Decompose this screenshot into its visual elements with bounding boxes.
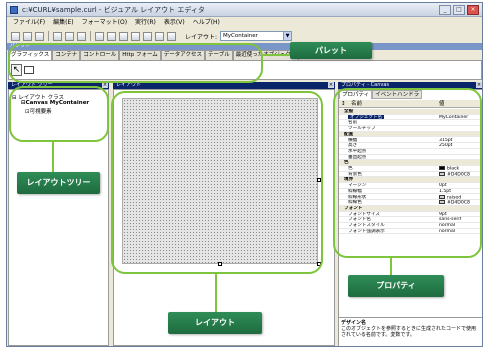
run-icon[interactable] — [155, 31, 164, 41]
menu-format[interactable]: フォーマット(O) — [82, 17, 127, 29]
tree-highlight — [9, 86, 109, 142]
grid-icon[interactable] — [107, 31, 116, 41]
menu-file[interactable]: ファイル(F) — [13, 17, 45, 29]
layout-select[interactable]: MyContainer ▼ — [220, 31, 293, 41]
layout-label: レイアウト: — [185, 33, 218, 41]
props-callout: プロパティ — [348, 275, 444, 297]
tree-callout: レイアウトツリー — [17, 172, 100, 194]
minimize-button[interactable]: _ — [439, 5, 451, 15]
layout-highlight — [111, 91, 323, 274]
align-icon[interactable] — [131, 31, 140, 41]
layout-callout: レイアウト — [168, 312, 262, 334]
desc-text: このオブジェクトを参照するときに生成されたコードで使用されている名前です。変数で… — [341, 326, 477, 338]
menu-run[interactable]: 実行(R) — [135, 17, 156, 29]
close-button[interactable]: × — [467, 5, 479, 15]
toolbar-separator — [48, 31, 49, 41]
close-icon[interactable]: × — [476, 82, 482, 88]
layout-icon[interactable] — [119, 31, 128, 41]
delete-icon[interactable] — [95, 31, 104, 41]
menu-help[interactable]: ヘルプ(H) — [193, 17, 220, 29]
layout-pane-header: レイアウト × — [113, 82, 335, 89]
new-file-icon[interactable] — [11, 31, 20, 41]
app-icon — [10, 6, 18, 14]
props-callout-line — [390, 258, 392, 276]
help-icon[interactable] — [167, 31, 176, 41]
paste-icon[interactable] — [77, 31, 86, 41]
tree-callout-line — [52, 142, 54, 172]
window-icon[interactable] — [143, 31, 152, 41]
open-folder-icon[interactable] — [23, 31, 32, 41]
toolbar-separator — [90, 31, 91, 41]
layout-callout-line — [215, 274, 217, 312]
property-description: デザイン名 このオブジェクトを参照するときに生成されたコードで使用されている名前… — [339, 317, 482, 346]
maximize-button[interactable]: □ — [453, 5, 465, 15]
title-bar[interactable]: c:¥CURL¥sample.curl - ビジュアル レイアウト エディタ _… — [7, 3, 482, 17]
save-icon[interactable] — [35, 31, 44, 41]
toolbar: レイアウト: MyContainer ▼ — [7, 29, 482, 43]
cut-icon[interactable] — [53, 31, 62, 41]
menu-view[interactable]: 表示(V) — [164, 17, 185, 29]
menu-edit[interactable]: 編集(E) — [53, 17, 73, 29]
props-highlight — [333, 88, 482, 258]
palette-callout: パレット — [290, 42, 372, 59]
chevron-down-icon[interactable]: ▼ — [283, 32, 292, 40]
window-title: c:¥CURL¥sample.curl - ビジュアル レイアウト エディタ — [22, 6, 205, 14]
copy-icon[interactable] — [65, 31, 74, 41]
palette-highlight — [8, 43, 263, 83]
layout-select-value: MyContainer — [223, 33, 258, 39]
menu-bar: ファイル(F) 編集(E) フォーマット(O) 実行(R) 表示(V) ヘルプ(… — [7, 17, 482, 29]
close-icon[interactable]: × — [328, 82, 334, 88]
